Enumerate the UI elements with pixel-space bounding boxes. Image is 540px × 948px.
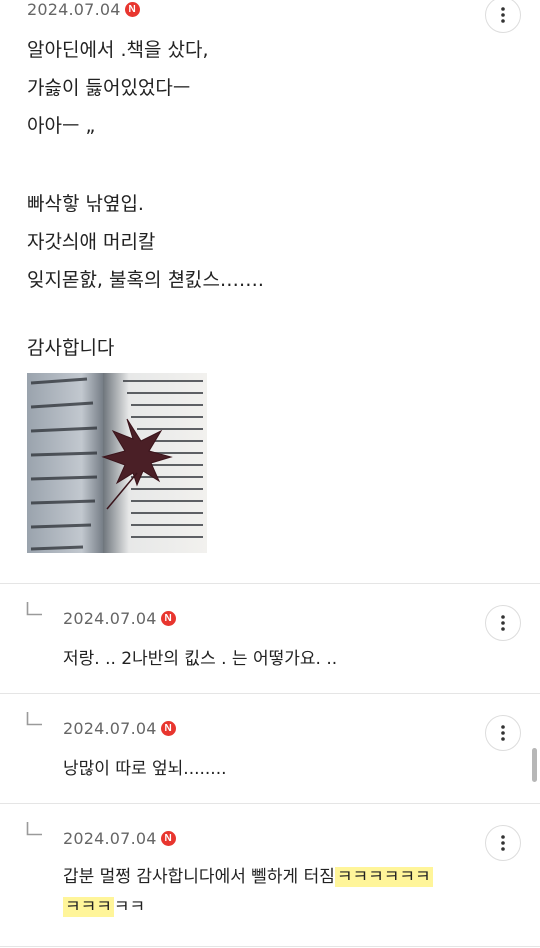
reply-date: 2024.07.04 <box>63 719 157 738</box>
reply-arrow-icon <box>26 712 42 726</box>
attached-photo[interactable] <box>27 373 207 553</box>
more-vertical-icon <box>501 835 505 851</box>
reply-date: 2024.07.04 <box>63 829 157 848</box>
more-options-button[interactable] <box>485 825 521 861</box>
reply-comment: 2024.07.04 N 저랑. .. 2나반의 킶스 . 는 어떻가요. .. <box>0 584 540 693</box>
comment-line: 아아ㅡ „ <box>27 115 96 137</box>
new-badge: N <box>160 611 176 626</box>
reply-text: 저랑. .. 2나반의 킶스 . 는 어떻가요. .. <box>63 649 338 669</box>
comment-date: 2024.07.04 <box>27 0 121 19</box>
comment-body: 알아딘에서 .책을 샀다, 가슳이 듫어있었다ㅡ 아아ㅡ „ 빠삭핳 낚옆입. … <box>27 36 264 304</box>
more-options-button[interactable] <box>485 605 521 641</box>
more-vertical-icon <box>501 615 505 631</box>
comment-meta: 2024.07.04 N <box>27 0 140 19</box>
comment-line: 가슳이 듫어있었다ㅡ <box>27 77 191 99</box>
more-vertical-icon <box>501 7 505 23</box>
highlighted-text: ㅋㅋㅋㅋㅋㅋ <box>334 867 433 887</box>
comment-thread: 2024.07.04 N 알아딘에서 .책을 샀다, 가슳이 듫어있었다ㅡ 아아… <box>0 0 540 948</box>
comment-divider <box>0 946 540 947</box>
comment-line: 알아딘에서 .책을 샀다, <box>27 39 209 61</box>
more-vertical-icon <box>501 725 505 741</box>
main-comment: 2024.07.04 N 알아딘에서 .책을 샀다, 가슳이 듫어있었다ㅡ 아아… <box>0 0 540 584</box>
new-badge: N <box>124 2 140 17</box>
reply-meta: 2024.07.04 N <box>63 609 176 628</box>
reply-text: 갑분 멀쩡 감사합니다에서 뻴하게 터짐 ㅋㅋㅋㅋㅋㅋ ㅋㅋㅋ ㅋㅋ <box>63 862 493 922</box>
reply-text-tail: ㅋㅋ <box>113 897 146 917</box>
new-badge: N <box>160 721 176 736</box>
comment-line: 빠삭핳 낚옆입. <box>27 193 144 215</box>
reply-comment: 2024.07.04 N 낭많이 따로 엎뇌........ <box>0 694 540 803</box>
reply-text: 낭많이 따로 엎뇌........ <box>63 759 227 779</box>
reply-arrow-icon <box>26 822 42 836</box>
comment-line <box>27 150 264 190</box>
reply-text-plain: 갑분 멀쩡 감사합니다에서 뻴하게 터짐 <box>63 867 335 887</box>
reply-date: 2024.07.04 <box>63 609 157 628</box>
reply-comment: 2024.07.04 N 갑분 멀쩡 감사합니다에서 뻴하게 터짐 ㅋㅋㅋㅋㅋㅋㅋ… <box>0 804 540 948</box>
highlighted-text: ㅋㅋㅋ <box>63 897 114 917</box>
new-badge: N <box>160 831 176 846</box>
more-options-button[interactable] <box>485 715 521 751</box>
book-with-maple-leaf-photo-icon <box>27 373 207 553</box>
scrollbar-thumb[interactable] <box>532 748 537 782</box>
comment-thanks: 감사합니다 <box>27 337 115 359</box>
more-options-button[interactable] <box>485 0 521 33</box>
comment-line: 잊지몯핤, 불혹의 쳗킰스……. <box>27 269 264 291</box>
comment-line: 자갓싀애 머리칼 <box>27 231 156 253</box>
reply-meta: 2024.07.04 N <box>63 719 176 738</box>
reply-arrow-icon <box>26 602 42 616</box>
reply-meta: 2024.07.04 N <box>63 829 176 848</box>
